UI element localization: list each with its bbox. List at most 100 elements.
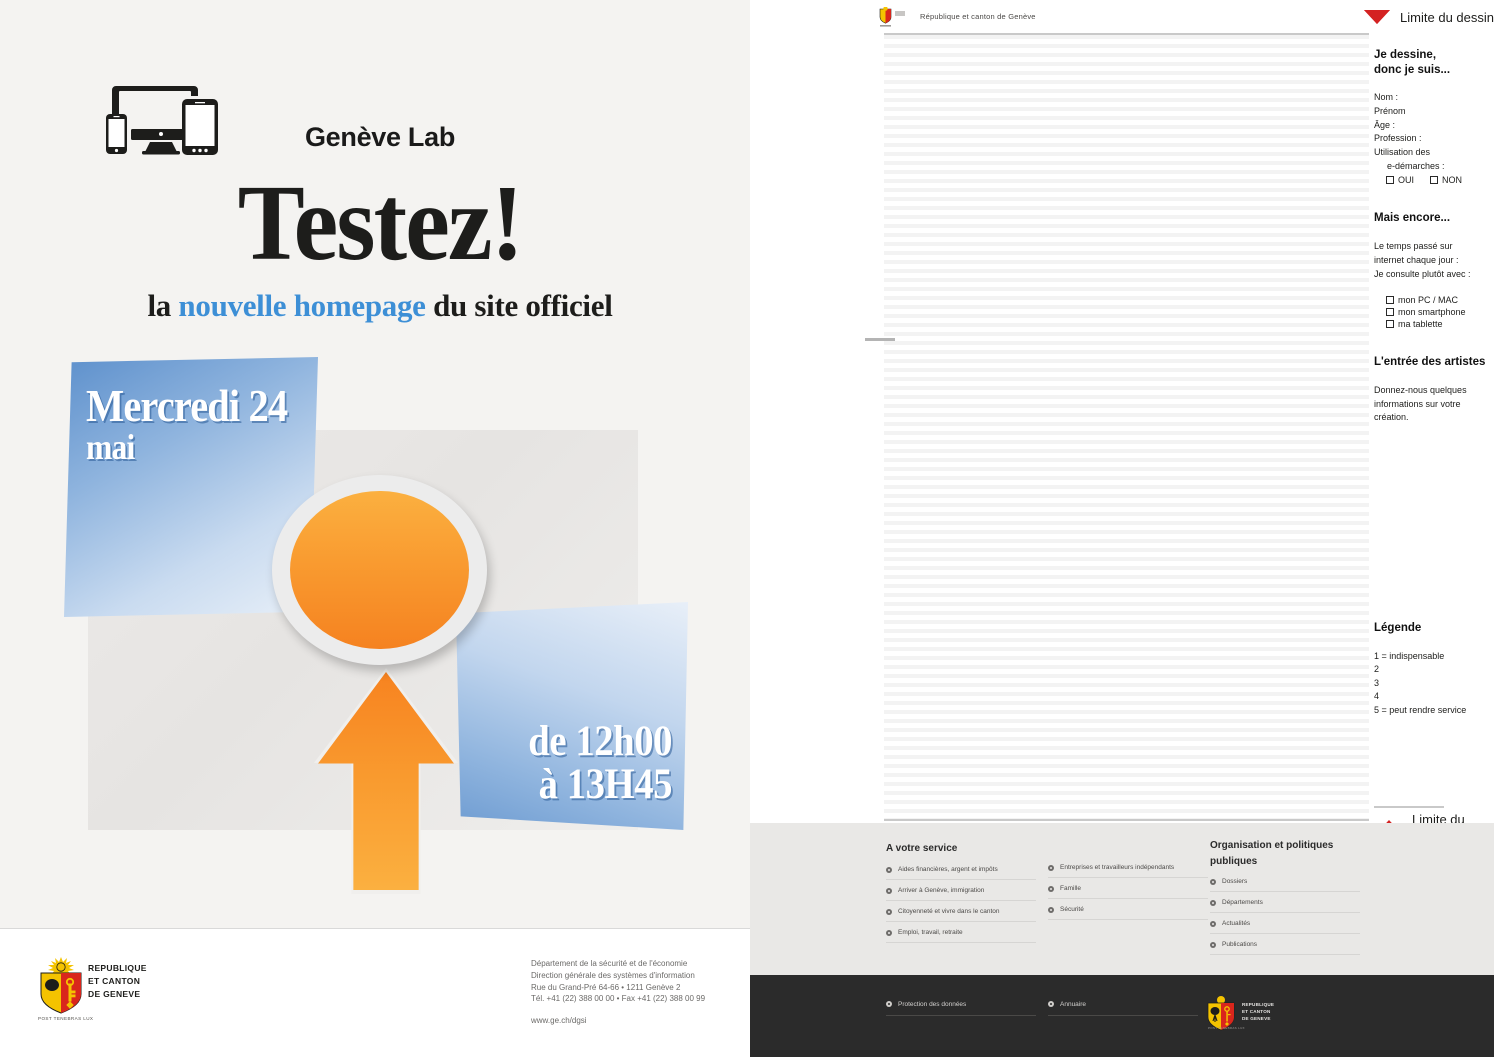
bullet-icon [886, 866, 892, 873]
field-nom[interactable]: Nom : [1374, 91, 1494, 105]
footer-col3-title-line-2: publiques [1210, 855, 1258, 867]
bullet-icon [1210, 942, 1216, 948]
poster-subtitle: la nouvelle homepage du site officiel [60, 288, 700, 324]
footer-col3-title: Organisation et politiques publiques [1210, 838, 1360, 869]
artists-line-1: Donnez-nous quelques [1374, 384, 1467, 395]
page-header: République et canton de Genève Limite du… [872, 6, 1494, 30]
footer-link[interactable]: Actualités [1210, 920, 1360, 934]
dark-footer: Protection des données Annuaire [750, 975, 1494, 1057]
footer-link[interactable]: Famille [1048, 885, 1208, 899]
artists-section-lines: Donnez-nous quelques informations sur vo… [1374, 384, 1494, 425]
footer-link-label: Aides financières, argent et impôts [898, 865, 998, 873]
crest-word-3: DE GENEVE [88, 989, 141, 1000]
edemarches-choice-row: OUI NON [1374, 175, 1494, 185]
footer-link[interactable]: Publications [1210, 941, 1360, 955]
limite-top-marker: Limite du dessin [1362, 8, 1494, 26]
screenshot-root: Genève Lab Testez! la nouvelle homepage … [0, 0, 1494, 1057]
chevron-down-icon [1362, 8, 1392, 26]
checkbox-icon[interactable] [1430, 176, 1439, 185]
bullet-icon [1048, 1001, 1054, 1007]
footer-link-label: Entreprises et travailleurs indépendants [1060, 864, 1175, 871]
checkbox-icon[interactable] [1386, 296, 1394, 305]
df-crest-word-2: ET CANTON [1242, 1008, 1271, 1014]
checkbox-smartphone[interactable]: mon smartphone [1386, 307, 1494, 317]
bullet-icon [1210, 900, 1216, 906]
footer-link[interactable]: Aides financières, argent et impôts [886, 866, 1036, 880]
more-line-1: Le temps passé sur [1374, 241, 1453, 252]
crest-word-2: ET CANTON [88, 976, 141, 987]
geneva-logo-icon[interactable] [872, 6, 912, 34]
footer-link[interactable]: Emploi, travail, retraite [886, 929, 1036, 943]
poster-date: Mercredi 24 mai [86, 383, 288, 468]
legend-line-5: 5 = peut rendre service [1374, 704, 1467, 715]
footer-link[interactable]: Entreprises et travailleurs indépendants [1048, 864, 1208, 878]
dept-line-1: Département de la sécurité et de l'écono… [531, 959, 688, 968]
legend-line-2: 2 [1374, 664, 1380, 675]
df-crest-word-1: REPUBLIQUE [1242, 1002, 1275, 1007]
bullet-icon [886, 1001, 892, 1007]
field-edemarches: e-démarches : [1387, 160, 1445, 171]
dark-footer-link-label: Annuaire [1060, 1001, 1087, 1008]
artists-line-2: informations sur votre [1374, 398, 1461, 409]
dept-url[interactable]: www.ge.ch/dgsi [531, 1015, 705, 1027]
lab-title: Genève Lab [304, 122, 456, 152]
poster-artwork: Genève Lab Testez! la nouvelle homepage … [0, 0, 750, 928]
drawing-grid[interactable] [884, 33, 1369, 821]
artists-line-3: création. [1374, 412, 1409, 423]
field-age[interactable]: Âge : [1374, 119, 1494, 133]
checkbox-icon[interactable] [1386, 308, 1394, 317]
dark-footer-crest-caption: POST TENEBRAS LUX [1208, 1026, 1245, 1030]
identity-title-line-1: Je dessine, [1374, 49, 1437, 61]
footer-link-label: Actualités [1222, 920, 1251, 927]
footer-link-label: Publications [1222, 941, 1258, 948]
footer-col1-title: A votre service [886, 843, 958, 854]
checkbox-pc[interactable]: mon PC / MAC [1386, 295, 1494, 305]
legend-title: Légende [1374, 621, 1422, 634]
geneva-logo-text: République et canton de Genève [920, 12, 1036, 21]
footer-link[interactable]: Dossiers [1210, 878, 1360, 892]
dept-line-4: Tél. +41 (22) 388 00 00 • Fax +41 (22) 3… [531, 994, 706, 1004]
subtitle-pre: la [147, 288, 179, 323]
footer-col-services: A votre service Aides financières, argen… [886, 841, 1036, 950]
checkbox-icon[interactable] [1386, 176, 1394, 185]
limite-top-label: Limite du dessin [1400, 9, 1494, 25]
footer-link-label: Arriver à Genève, immigration [898, 886, 985, 894]
legend-line-4: 4 [1374, 691, 1380, 702]
footer-col-organisation: Organisation et politiques publiques Dos… [1210, 838, 1360, 962]
device-options-list: mon PC / MAC mon smartphone ma tablette [1374, 295, 1494, 329]
devices-icon [98, 72, 226, 164]
limite-bottom-rule [1374, 806, 1444, 808]
dark-footer-link-privacy[interactable]: Protection des données [886, 1001, 1036, 1016]
bullet-icon [886, 887, 892, 894]
field-profession[interactable]: Profession : [1374, 132, 1494, 146]
footer-link[interactable]: Sécurité [1048, 906, 1208, 920]
footer-col-services-2: Entreprises et travailleurs indépendants… [1048, 864, 1208, 927]
footer-link[interactable]: Arriver à Genève, immigration [886, 887, 1036, 901]
df-crest-word-3: DE GENEVE [1242, 1015, 1271, 1021]
field-prenom[interactable]: Prénom [1374, 105, 1494, 119]
bullet-icon [1048, 865, 1054, 871]
department-info: Département de la sécurité et de l'écono… [531, 958, 705, 1027]
checkbox-tablette-label: ma tablette [1398, 319, 1443, 330]
checkbox-icon[interactable] [1386, 320, 1394, 329]
date-line-1: Mercredi 24 [86, 380, 288, 431]
checkbox-non-label: NON [1442, 175, 1463, 186]
dark-footer-link-directory[interactable]: Annuaire [1048, 1001, 1198, 1016]
checkbox-non[interactable]: NON [1430, 175, 1462, 185]
crest-caption: POST TENEBRAS LUX [38, 1016, 94, 1021]
subtitle-highlight: nouvelle homepage [178, 288, 426, 323]
footer-link[interactable]: Citoyenneté et vivre dans le canton [886, 908, 1036, 922]
more-section-title: Mais encore... [1374, 212, 1451, 225]
dark-footer-crest-words: REPUBLIQUE ET CANTON DE GENEVE [1242, 1002, 1274, 1023]
poster-headline: Testez! [237, 164, 524, 283]
subtitle-post: du site officiel [425, 288, 613, 323]
footer-link-label: Dossiers [1222, 878, 1248, 885]
checkbox-oui[interactable]: OUI [1386, 175, 1414, 185]
footer-link[interactable]: Départements [1210, 899, 1360, 913]
bullet-icon [1210, 879, 1216, 885]
date-line-2: mai [86, 427, 135, 468]
footer-link-label: Départements [1222, 899, 1263, 906]
legend-line-1: 1 = indispensable [1374, 650, 1445, 661]
geneva-crest-icon-footer [1205, 994, 1237, 1037]
checkbox-tablette[interactable]: ma tablette [1386, 319, 1494, 329]
